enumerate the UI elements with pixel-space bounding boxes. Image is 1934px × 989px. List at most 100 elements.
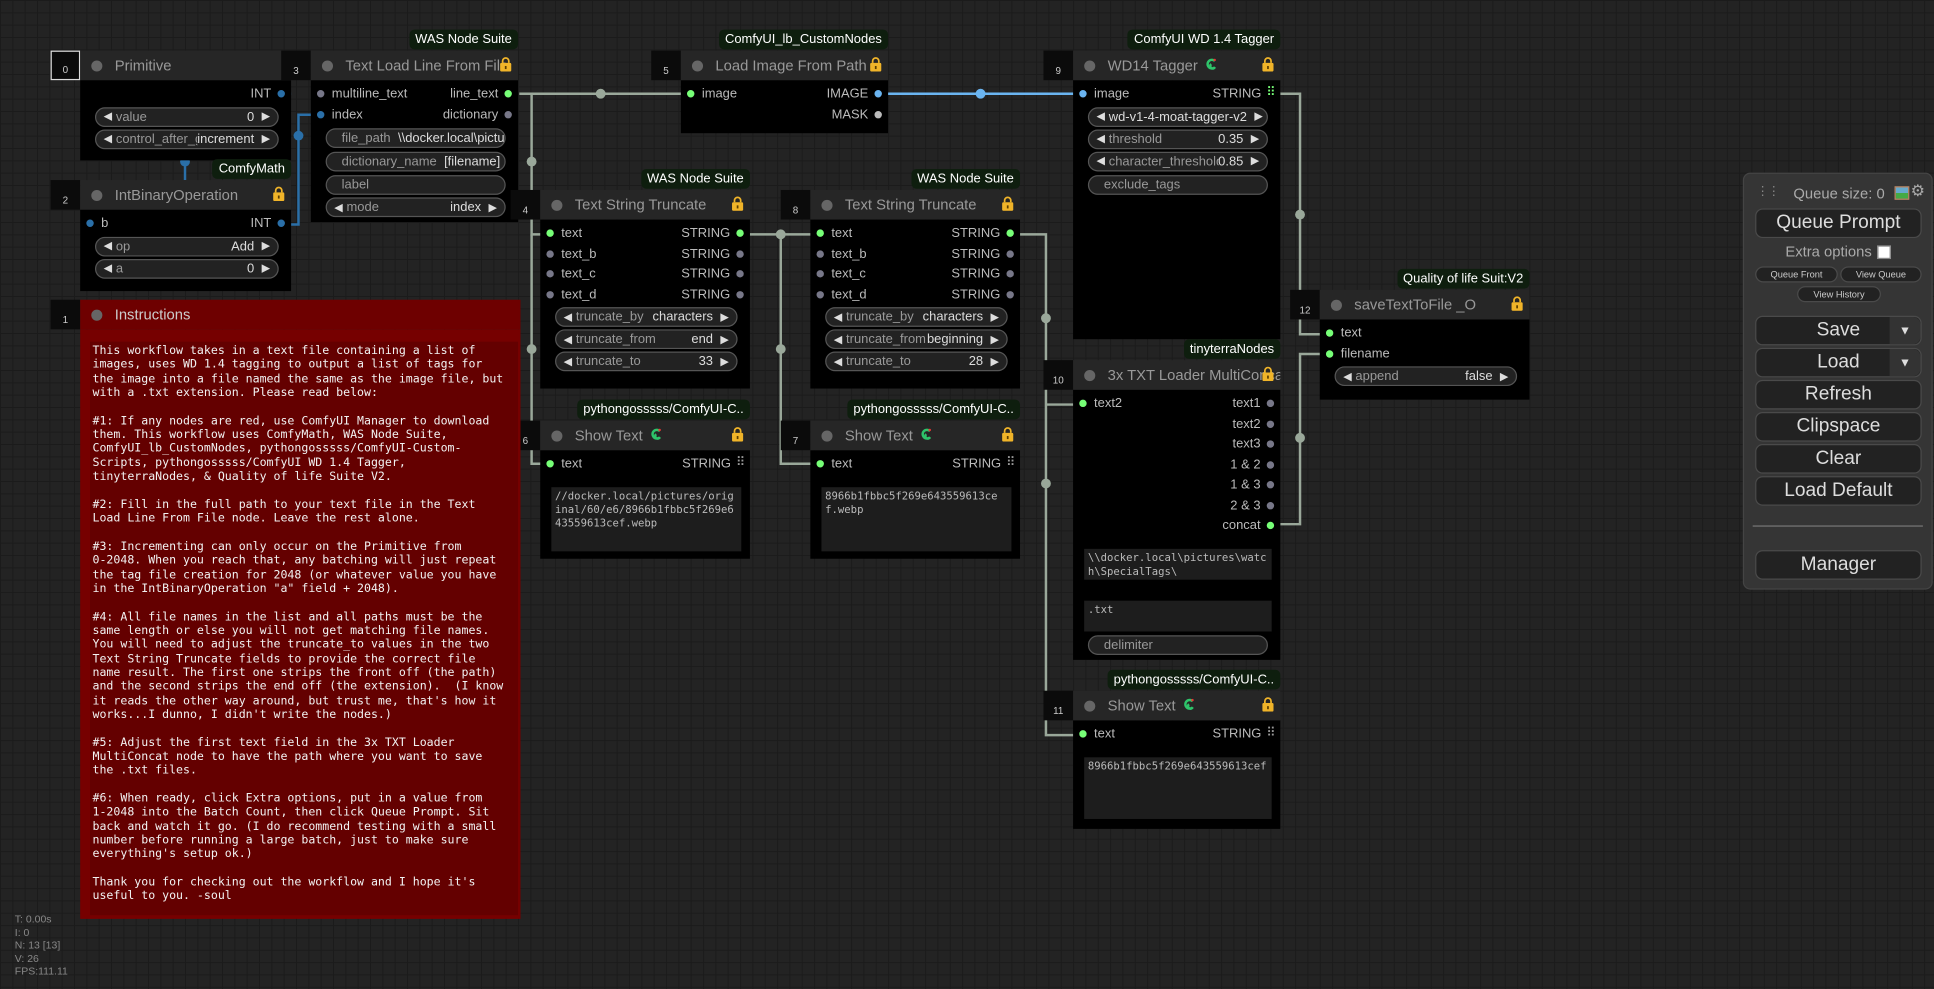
collapse-dot-icon[interactable] <box>821 429 833 441</box>
node-title-bar[interactable]: Show Text <box>1073 690 1281 721</box>
view-queue-button[interactable]: View Queue <box>1840 266 1922 283</box>
input-slot-text_d[interactable]: text_d <box>810 287 867 302</box>
output-slot-text3[interactable]: text3 <box>1232 437 1280 452</box>
node-title-bar[interactable]: Show Text <box>540 420 750 451</box>
increment-arrow-icon[interactable]: ▶ <box>1500 369 1509 383</box>
decrement-arrow-icon[interactable]: ◀ <box>1097 110 1106 124</box>
link-midpoint[interactable] <box>1295 209 1305 220</box>
increment-arrow-icon[interactable]: ▶ <box>262 110 271 124</box>
lock-icon[interactable] <box>1262 57 1274 76</box>
output-dot-icon[interactable] <box>1006 250 1014 258</box>
control_after_generate-widget[interactable]: ◀control_after_generateincrement ▶ <box>94 128 279 149</box>
input-slot-text[interactable]: text <box>1320 326 1362 341</box>
lock-icon[interactable] <box>731 427 744 446</box>
append-widget[interactable]: ◀ append false ▶ <box>1334 366 1518 387</box>
decrement-arrow-icon[interactable]: ◀ <box>1097 154 1106 168</box>
output-slot-1-2[interactable]: 1 & 2 <box>1230 457 1280 472</box>
output-dot-icon[interactable] <box>1006 270 1014 278</box>
node-intbinaryoperation[interactable]: ComfyMath 2 IntBinaryOperation b INT ◀ op Add ▶ ◀… <box>50 159 292 292</box>
input-slot-text[interactable]: text <box>810 226 852 241</box>
output-slot-STRING[interactable]: STRING ⠿ <box>682 457 750 472</box>
collapse-dot-icon[interactable] <box>1084 369 1096 381</box>
lock-icon[interactable] <box>870 57 882 76</box>
link-midpoint[interactable] <box>1041 478 1051 489</box>
output-dot-icon[interactable] <box>1006 290 1014 299</box>
lock-icon[interactable] <box>1002 196 1014 215</box>
output-slot-INT[interactable]: INT <box>250 216 291 231</box>
input-dot-icon[interactable] <box>1079 730 1087 738</box>
text-area-widget[interactable]: \\docker.local\pictures\watch\SpecialTag… <box>1084 548 1272 580</box>
increment-arrow-icon[interactable]: ▶ <box>720 310 729 324</box>
output-slot-STRING[interactable]: STRING ⠿ <box>1212 727 1280 742</box>
truncate_to-widget[interactable]: ◀ truncate_to 28 ▶ <box>825 351 1008 372</box>
refresh-button[interactable]: Refresh <box>1755 379 1922 410</box>
node-title-bar[interactable]: Text Load Line From File <box>310 50 519 81</box>
text-area-widget[interactable]: .txt <box>1084 600 1272 631</box>
input-dot-icon[interactable] <box>816 460 824 468</box>
input-dot-icon[interactable] <box>86 219 94 228</box>
output-slot-2-3[interactable]: 2 & 3 <box>1230 498 1280 513</box>
output-slot-text2[interactable]: text2 <box>1232 417 1280 431</box>
truncate_from-widget[interactable]: ◀ truncate_from beginning ▶ <box>825 329 1008 350</box>
decrement-arrow-icon[interactable]: ◀ <box>564 355 573 369</box>
queue-prompt-button[interactable]: Queue Prompt <box>1755 208 1922 239</box>
collapse-dot-icon[interactable] <box>1084 699 1096 712</box>
output-dot-icon[interactable] <box>1266 399 1275 408</box>
input-slot-text_c[interactable]: text_c <box>540 267 596 282</box>
increment-arrow-icon[interactable]: ▶ <box>1254 110 1263 124</box>
decrement-arrow-icon[interactable]: ◀ <box>834 310 843 324</box>
output-dot-icon[interactable] <box>504 90 512 98</box>
mode-widget[interactable]: ◀ mode index ▶ <box>325 197 506 218</box>
node-wd14-tagger[interactable]: ComfyUI WD 1.4 Tagger 9 WD14 Tagger image ST… <box>1043 29 1281 340</box>
output-slot-line_text[interactable]: line_text <box>450 87 518 101</box>
input-dot-icon[interactable] <box>816 290 824 299</box>
node-text-load-line-from-file[interactable]: WAS Node Suite 3 Text Load Line From File m… <box>281 29 519 223</box>
input-dot-icon[interactable] <box>1325 329 1334 338</box>
input-dot-icon[interactable] <box>1079 90 1087 98</box>
decrement-arrow-icon[interactable]: ◀ <box>104 110 113 124</box>
node-title-bar[interactable]: Instructions <box>80 299 521 330</box>
collapse-dot-icon[interactable] <box>551 429 563 441</box>
input-dot-icon[interactable] <box>546 250 554 258</box>
link-midpoint[interactable] <box>526 156 537 167</box>
input-dot-icon[interactable] <box>687 90 695 98</box>
node-text-string-truncate[interactable]: WAS Node Suite 4 Text String Truncate text S… <box>510 168 750 389</box>
output-dot-icon[interactable] <box>1266 522 1275 530</box>
truncate_from-widget[interactable]: ◀ truncate_from end ▶ <box>555 329 738 350</box>
input-slot-text_b[interactable]: text_b <box>810 246 867 261</box>
output-dot-icon[interactable] <box>1266 420 1275 428</box>
output-dot-icon[interactable] <box>736 229 744 238</box>
node-title-bar[interactable]: Text String Truncate <box>540 189 750 220</box>
decrement-arrow-icon[interactable]: ◀ <box>334 200 343 214</box>
node-title-bar[interactable]: Load Image From Path <box>680 50 889 81</box>
increment-arrow-icon[interactable]: ▶ <box>991 332 1000 346</box>
lock-icon[interactable] <box>273 186 285 205</box>
collapse-dot-icon[interactable] <box>1084 59 1096 71</box>
input-slot-image[interactable]: image <box>681 87 737 101</box>
output-slot-STRING[interactable]: STRING <box>951 226 1020 241</box>
link-truncate-to-show-text-11[interactable] <box>1020 233 1081 737</box>
dictionary_name-widget[interactable]: dictionary_name [filename] <box>325 151 506 172</box>
output-slot-concat[interactable]: concat <box>1222 518 1280 533</box>
input-dot-icon[interactable] <box>546 229 554 238</box>
load-button[interactable]: Load ▼ <box>1755 347 1922 378</box>
output-slot-text1[interactable]: text1 <box>1232 396 1280 411</box>
node-instructions[interactable]: 1 Instructions This workflow takes in a … <box>50 299 521 919</box>
text-area-widget[interactable]: //docker.local/pictures/original/60/e6/8… <box>551 486 742 551</box>
output-slot-INT[interactable]: INT <box>250 87 291 101</box>
decrement-arrow-icon[interactable]: ◀ <box>104 132 113 146</box>
input-dot-icon[interactable] <box>816 229 824 238</box>
output-dot-icon[interactable] <box>874 110 882 119</box>
truncate_by-widget[interactable]: ◀ truncate_by characters ▶ <box>825 307 1008 327</box>
output-dot-icon[interactable] <box>874 90 882 98</box>
save-button[interactable]: Save ▼ <box>1755 315 1922 346</box>
increment-arrow-icon[interactable]: ▶ <box>1251 154 1260 168</box>
increment-arrow-icon[interactable]: ▶ <box>262 132 271 146</box>
extra-options-checkbox[interactable] <box>1876 244 1891 259</box>
image-icon[interactable] <box>1894 186 1910 200</box>
link-midpoint[interactable] <box>1295 432 1305 443</box>
threshold-widget[interactable]: ◀ threshold 0.35 ▶ <box>1087 128 1268 149</box>
output-slot-STRING[interactable]: STRING ⠿ <box>952 457 1020 472</box>
output-dot-icon[interactable] <box>1266 460 1275 469</box>
input-dot-icon[interactable] <box>546 290 554 299</box>
